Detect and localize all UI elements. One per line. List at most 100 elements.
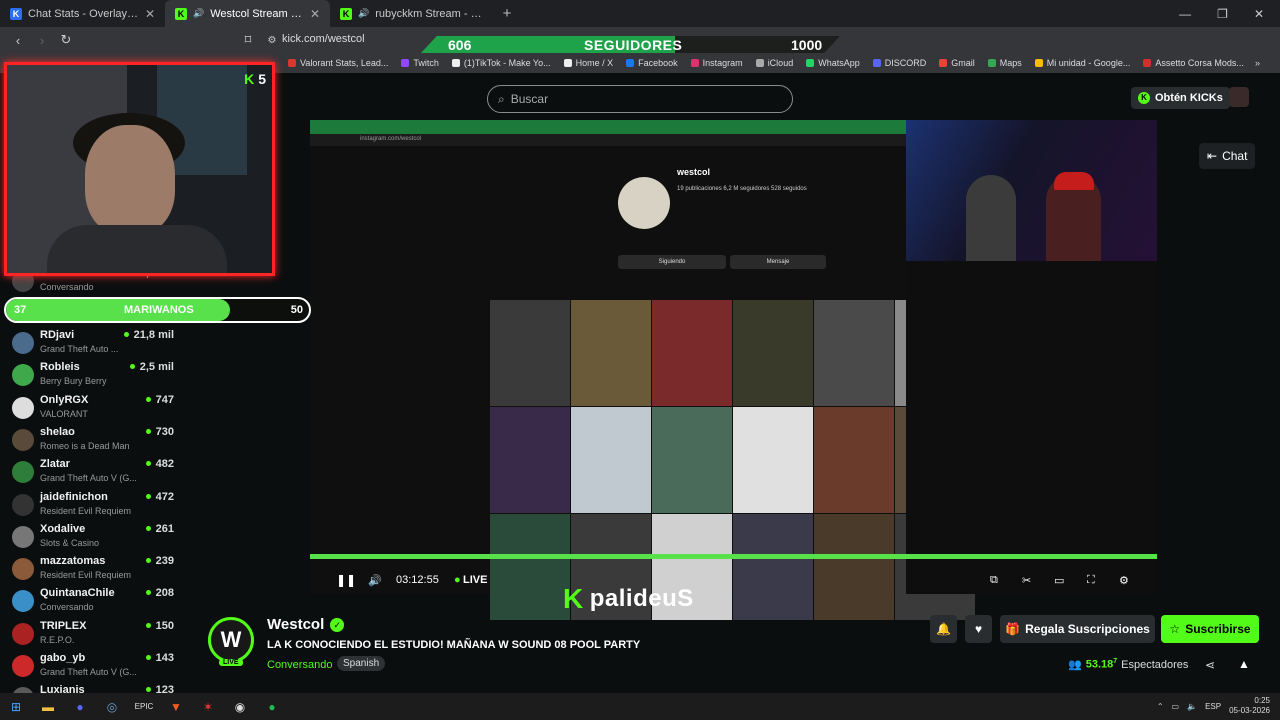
bookmark-label: Home / X [575,58,614,68]
verified-icon: ✓ [330,617,345,632]
goal-progress-bar: 37 MARIWANOS 50 [4,297,311,323]
bookmark-item[interactable]: Maps [987,58,1022,68]
start-icon[interactable]: ⊞ [0,693,32,720]
sidebar-item-rdjavi[interactable]: RDjavi Grand Theft Auto ... 21,8 mil [12,328,182,360]
avatar [12,364,34,387]
notifications-button[interactable]: 🔔 [930,615,957,643]
discord-icon[interactable]: ● [64,693,96,720]
search-input[interactable]: ⌕ Buscar [487,85,793,113]
bookmark-item[interactable]: Valorant Stats, Lead... [288,58,388,68]
bookmark-item[interactable]: Assetto Corsa Mods... [1143,58,1244,68]
tab-westcol[interactable]: K 🔊 Westcol Stream - Watch Live on Kick … [165,0,330,27]
bookmark-label: Assetto Corsa Mods... [1155,58,1244,68]
captured-browser-tabs [310,120,906,134]
stream-category-link[interactable]: Conversando [267,659,332,671]
follow-button[interactable]: ♥ [965,615,992,643]
bookmark-item[interactable]: DISCORD [872,58,926,68]
bookmark-item[interactable]: (1)TikTok - Make Yo... [451,58,551,68]
fullscreen-icon[interactable]: ⛶ [1087,574,1095,587]
close-tab-icon[interactable]: ✕ [310,7,320,21]
sidebar-item-onlyrgx[interactable]: OnlyRGX VALORANT 747 [12,393,182,425]
bookmark-favicon-icon [563,59,572,67]
reload-icon[interactable]: ↻ [56,32,76,48]
forward-icon[interactable]: › [32,33,52,48]
viewer-count: 53.18 [1085,658,1114,671]
brave-icon[interactable]: ▼ [160,693,192,720]
audio-icon[interactable]: 🔊 [358,8,369,19]
url-field[interactable]: kick.com/westcol [282,33,365,45]
more-bookmarks-icon[interactable]: » [1255,58,1260,68]
tab-chat-stats[interactable]: K Chat Stats - Overlay - KickTools ✕ [0,0,165,27]
bookmark-item[interactable]: Gmail [939,58,975,68]
minimize-icon[interactable]: — [1179,7,1191,21]
language-indicator[interactable]: ESP [1205,702,1221,711]
bookmark-page-icon[interactable]: ⌑ [238,32,258,48]
ig-post-thumbnail [814,300,894,406]
sidebar-item-shelao[interactable]: shelao Romeo is a Dead Man 730 [12,425,182,457]
sidebar-item-jaidefinichon[interactable]: jaidefinichon Resident Evil Requiem 472 [12,490,182,522]
tab-rubyckkm[interactable]: K 🔊 rubyckkm Stream - Watch Live on Kick [330,0,495,27]
bookmark-item[interactable]: iCloud [755,58,793,68]
playback-progress-bar[interactable] [310,554,1157,559]
channel-avatar[interactable]: W [208,617,254,663]
ig-post-thumbnail [652,300,732,406]
restore-icon[interactable]: ❐ [1217,7,1228,21]
spotify-icon[interactable]: ● [256,693,288,720]
bookmark-item[interactable]: Facebook [626,58,678,68]
bookmark-item[interactable]: Twitch [401,58,439,68]
bookmark-label: (1)TikTok - Make Yo... [463,58,551,68]
subscribe-button[interactable]: ☆ Suscribirse [1161,615,1259,643]
back-icon[interactable]: ‹ [8,33,28,48]
volume-icon[interactable]: 🔊 [368,574,382,587]
mini-player-icon[interactable]: ⧉ [990,574,998,587]
avatar [12,525,34,548]
bookmark-favicon-icon [1143,59,1152,67]
sidebar-item-mazzatomas[interactable]: mazzatomas Resident Evil Requiem 239 [12,554,182,586]
user-avatar[interactable] [1229,87,1249,107]
clip-icon[interactable]: ✂ [1022,574,1031,587]
steam-icon[interactable]: ◎ [96,693,128,720]
close-tab-icon[interactable]: ✕ [145,7,155,21]
get-kicks-button[interactable]: K Obtén KICKs [1131,87,1230,109]
bookmark-item[interactable]: Mi unidad - Google... [1034,58,1130,68]
video-player[interactable]: instagram.com/westcol westcol 19 publica… [310,120,1157,620]
gift-subs-button[interactable]: 🎁 Regala Suscripciones [1000,615,1155,643]
pause-icon[interactable]: ❚❚ [336,573,356,587]
channel-name: mazzatomas [40,555,106,568]
window-controls: — ❐ ✕ [1179,7,1280,21]
language-tag[interactable]: Spanish [337,656,386,671]
theater-mode-icon[interactable]: ▭ [1054,574,1064,587]
close-window-icon[interactable]: ✕ [1254,7,1264,21]
report-icon[interactable]: ▲ [1238,657,1250,671]
epic-games-icon[interactable]: EPIC [128,693,160,720]
audio-icon[interactable]: 🔊 [193,8,204,19]
settings-icon[interactable]: ⚙ [1119,574,1129,587]
viewer-count: 730 [146,426,174,438]
viewer-count: 208 [146,587,174,599]
sidebar-item-xodalive[interactable]: Xodalive Slots & Casino 261 [12,522,182,554]
file-explorer-icon[interactable]: ▬ [32,693,64,720]
sidebar-item-zlatar[interactable]: Zlatar Grand Theft Auto V (G... 482 [12,457,182,489]
bookmark-favicon-icon [690,59,699,67]
bookmark-item[interactable]: WhatsApp [806,58,860,68]
ig-stats: 19 publicaciones 6,2 M seguidores 528 se… [677,186,807,192]
bookmark-item[interactable]: Home / X [563,58,614,68]
share-icon[interactable]: ⋖ [1205,658,1215,672]
tray-arrow-icon[interactable]: ⌃ [1157,702,1164,711]
chat-toggle-button[interactable]: ⇤ Chat [1199,143,1256,169]
clock[interactable]: 0:25 05-03-2026 [1229,696,1270,716]
obs-icon[interactable]: ◉ [224,693,256,720]
new-tab-icon[interactable]: + [495,5,519,22]
clock-date: 05-03-2026 [1229,706,1270,715]
bookmark-item[interactable]: Instagram [690,58,743,68]
webcam-overlay: K5 [4,62,275,276]
volume-icon[interactable]: 🔈 [1187,702,1197,711]
follower-goal-label: SEGUIDORES [584,37,683,53]
bookmark-label: Valorant Stats, Lead... [300,58,389,68]
app-icon[interactable]: ✶ [192,693,224,720]
network-icon[interactable]: ▭ [1172,702,1180,711]
avatar [12,558,34,581]
channel-name[interactable]: Westcol [267,616,324,633]
sidebar-item-robleis[interactable]: Robleis Berry Bury Berry 2,5 mil [12,360,182,392]
site-info-icon[interactable]: ⚙ [262,35,282,46]
